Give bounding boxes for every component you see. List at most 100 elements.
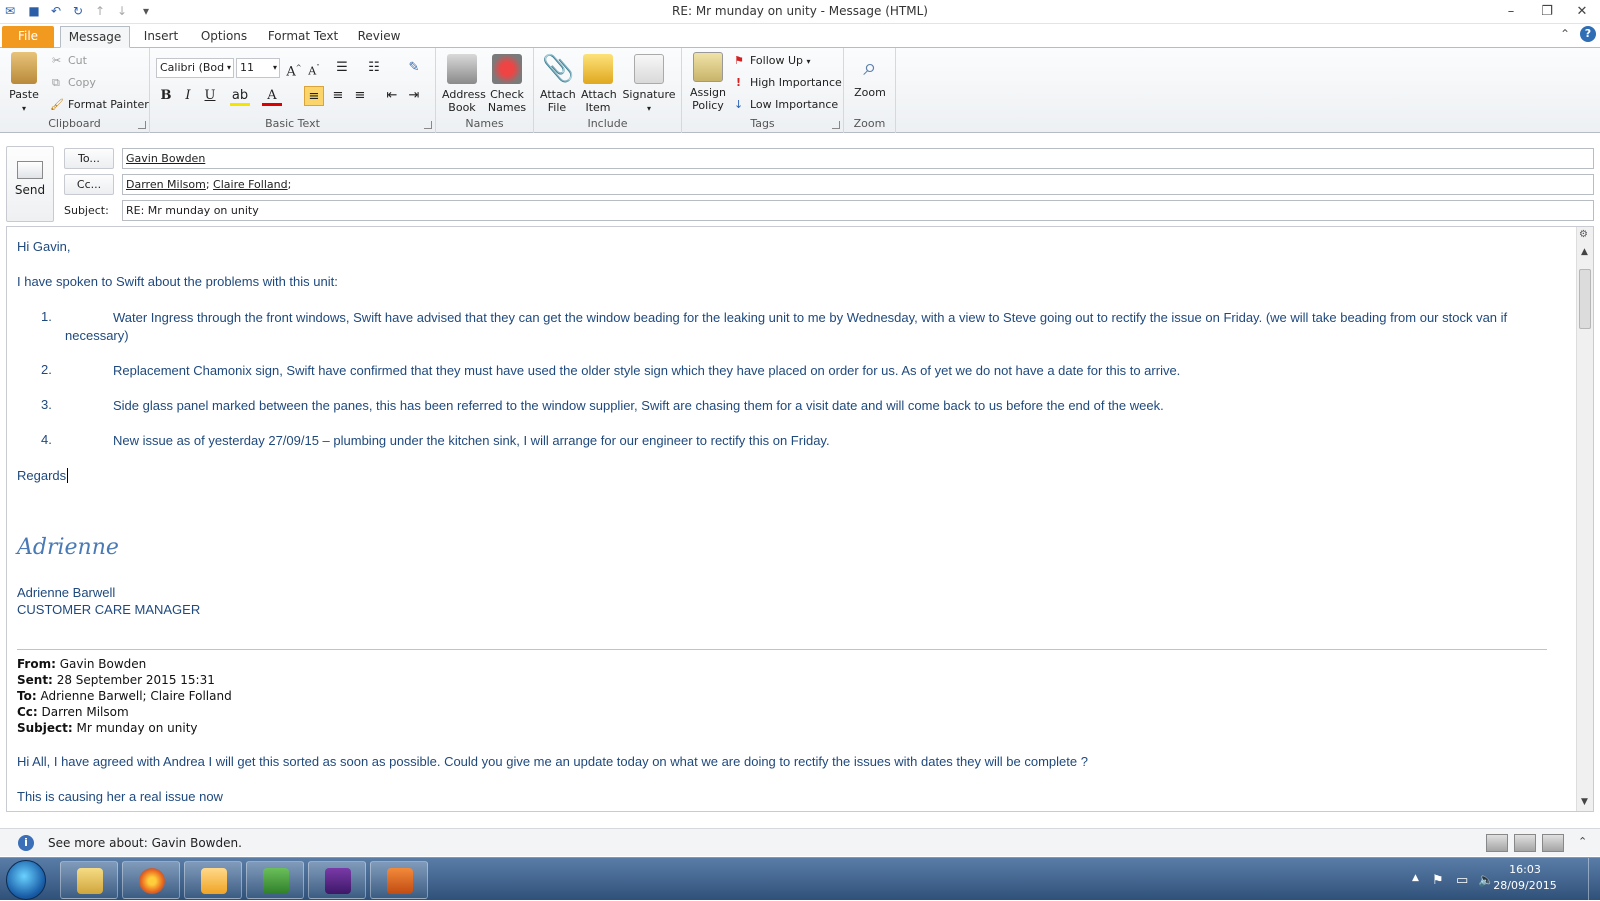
address-book-button[interactable]: Address Book	[440, 54, 486, 114]
scroll-down-icon[interactable]: ▼	[1581, 797, 1588, 807]
message-body-frame[interactable]: Hi Gavin, I have spoken to Swift about t…	[6, 226, 1594, 812]
basic-text-launcher-icon[interactable]	[424, 121, 432, 129]
low-importance-icon: ↓	[734, 98, 744, 111]
list-number: 4.	[41, 432, 52, 447]
help-icon[interactable]: ?	[1580, 26, 1596, 42]
quoted-cc: Cc: Darren Milsom	[17, 705, 129, 719]
high-importance-button[interactable]: High Importance	[750, 76, 842, 89]
follow-up-label: Follow Up	[750, 54, 804, 67]
highlight-icon[interactable]: ab	[230, 86, 250, 106]
people-pane-text[interactable]: See more about: Gavin Bowden.	[48, 836, 242, 850]
show-hidden-icons[interactable]: ▲	[1412, 873, 1419, 883]
increase-indent-icon[interactable]: ⇥	[404, 86, 424, 106]
list-text: Water Ingress through the front windows,…	[65, 310, 1508, 343]
to-value: Adrienne Barwell; Claire Folland	[40, 689, 232, 703]
paste-label: Paste	[9, 88, 39, 101]
signature-button[interactable]: Signature ▾	[620, 54, 678, 115]
tab-file[interactable]: File	[2, 26, 54, 48]
scrollbar-thumb[interactable]	[1579, 269, 1591, 329]
decrease-indent-icon[interactable]: ⇤	[382, 86, 402, 106]
taskbar-explorer[interactable]	[60, 861, 118, 899]
clear-formatting-icon[interactable]: ✎	[404, 58, 424, 78]
person-avatar[interactable]	[1514, 834, 1536, 852]
subject-field[interactable]: RE: Mr munday on unity	[122, 200, 1594, 221]
calendar-app-icon	[325, 868, 351, 894]
clock[interactable]: 16:03 28/09/2015	[1490, 862, 1560, 894]
to-button[interactable]: To...	[64, 148, 114, 169]
action-center-flag-icon[interactable]: ⚑	[1432, 873, 1444, 888]
cc-button[interactable]: Cc...	[64, 174, 114, 195]
policy-icon	[693, 52, 723, 82]
bullets-icon[interactable]: ☰	[332, 58, 352, 78]
follow-up-button[interactable]: Follow Up ▾	[750, 54, 811, 67]
show-desktop-button[interactable]	[1588, 858, 1600, 901]
tab-message[interactable]: Message	[60, 26, 130, 48]
bold-icon[interactable]: B	[156, 86, 176, 106]
vertical-scrollbar[interactable]: ⚙ ▲ ▼	[1576, 227, 1593, 811]
tags-label: Tags	[750, 117, 775, 130]
cut-button[interactable]: Cut	[68, 54, 87, 67]
attach-file-button[interactable]: 📎 Attach File	[538, 54, 576, 114]
cc-field[interactable]: Darren Milsom; Claire Folland;	[122, 174, 1594, 195]
quoted-from: From: Gavin Bowden	[17, 657, 146, 671]
format-painter-button[interactable]: Format Painter	[68, 98, 149, 111]
closing: Regards​	[17, 468, 69, 483]
scroll-up-icon[interactable]: ▲	[1581, 247, 1588, 257]
from-value: Gavin Bowden	[59, 657, 147, 671]
font-color-icon[interactable]: A	[262, 86, 282, 106]
minimize-ribbon-icon[interactable]: ⌃	[1560, 27, 1570, 41]
check-names-button[interactable]: Check Names	[484, 54, 530, 114]
tab-insert[interactable]: Insert	[138, 26, 184, 48]
network-icon[interactable]: ▭	[1456, 873, 1468, 888]
align-left-icon[interactable]: ≡	[304, 86, 324, 106]
tab-review[interactable]: Review	[352, 26, 406, 48]
restore-button[interactable]: ❐	[1533, 2, 1561, 22]
cc-recipient[interactable]: Claire Folland	[213, 178, 288, 191]
clock-date: 28/09/2015	[1493, 879, 1557, 892]
low-importance-button[interactable]: Low Importance	[750, 98, 838, 111]
expand-people-pane-icon[interactable]: ⌃	[1578, 835, 1587, 848]
paste-button[interactable]: Paste ▾	[6, 52, 42, 115]
to-recipient[interactable]: Gavin Bowden	[126, 152, 205, 165]
attach-item-button[interactable]: Attach Item	[578, 54, 618, 114]
view-options-icon[interactable]: ⚙	[1579, 229, 1588, 240]
subject-value: RE: Mr munday on unity	[126, 204, 259, 217]
underline-icon[interactable]: U	[200, 86, 220, 106]
taskbar-sage[interactable]	[246, 861, 304, 899]
firefox-icon	[139, 868, 165, 894]
tab-options[interactable]: Options	[196, 26, 252, 48]
font-name-combo[interactable]: Calibri (Bod ▾	[156, 58, 234, 78]
tags-launcher-icon[interactable]	[832, 121, 840, 129]
send-label: Send	[14, 183, 46, 197]
font-size-combo[interactable]: 11 ▾	[236, 58, 280, 78]
include-group: 📎 Attach File Attach Item Signature ▾ Inc…	[534, 48, 682, 133]
sent-value: 28 September 2015 15:31	[56, 673, 215, 687]
send-icon	[17, 161, 43, 179]
attach-file-label: Attach File	[540, 88, 576, 114]
numbering-icon[interactable]: ☷	[364, 58, 384, 78]
to-field[interactable]: Gavin Bowden	[122, 148, 1594, 169]
italic-icon[interactable]: I	[178, 86, 198, 106]
grow-font-icon[interactable]: A^	[284, 58, 304, 79]
clipboard-launcher-icon[interactable]	[138, 121, 146, 129]
cc-recipient[interactable]: Darren Milsom	[126, 178, 206, 191]
person-avatar[interactable]	[1486, 834, 1508, 852]
start-button[interactable]	[6, 860, 46, 900]
copy-button[interactable]: Copy	[68, 76, 96, 89]
tab-format-text[interactable]: Format Text	[264, 26, 342, 48]
person-avatar[interactable]	[1542, 834, 1564, 852]
align-center-icon[interactable]: ≡	[328, 86, 348, 106]
signature-name: Adrienne Barwell	[17, 585, 116, 600]
zoom-button[interactable]: ⌕ Zoom	[848, 52, 892, 99]
send-button[interactable]: Send	[6, 146, 54, 222]
taskbar-calendar-app[interactable]	[308, 861, 366, 899]
close-button[interactable]: ✕	[1568, 2, 1596, 22]
taskbar-firefox[interactable]	[122, 861, 180, 899]
minimize-button[interactable]: –	[1497, 2, 1525, 22]
high-importance-icon: !	[736, 76, 742, 89]
taskbar-contacts-app[interactable]	[370, 861, 428, 899]
taskbar-outlook[interactable]	[184, 861, 242, 899]
assign-policy-button[interactable]: Assign Policy	[686, 52, 730, 112]
shrink-font-icon[interactable]: Aˇ	[304, 58, 324, 78]
align-right-icon[interactable]: ≡	[350, 86, 370, 106]
